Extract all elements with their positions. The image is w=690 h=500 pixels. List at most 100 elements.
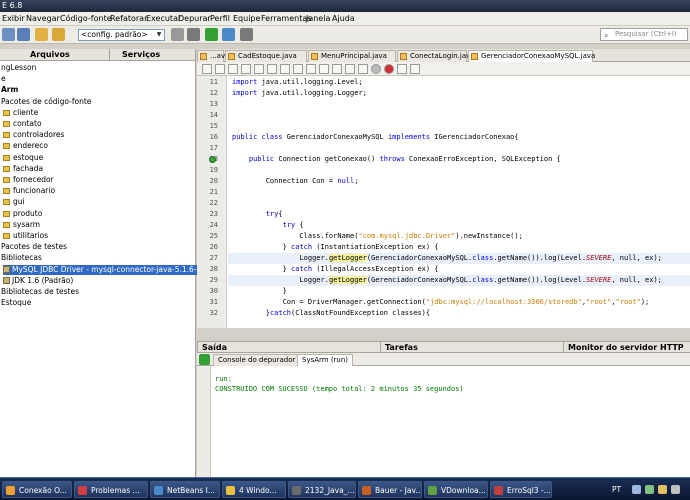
comment-icon[interactable] — [397, 64, 407, 74]
tree-item[interactable]: fachada — [3, 164, 43, 174]
clock-icon[interactable] — [671, 485, 680, 494]
build-icon[interactable] — [187, 28, 200, 41]
prev-bookmark-icon[interactable] — [306, 64, 316, 74]
tab-sysarm-run[interactable]: SysArm (run) — [297, 354, 354, 366]
speaker-icon[interactable] — [632, 485, 641, 494]
tree-item[interactable]: controladores — [3, 130, 64, 140]
menu-navegar[interactable]: Navegar — [26, 13, 60, 25]
toggle-bookmark-icon[interactable] — [332, 64, 342, 74]
menu-refatorar[interactable]: Refatorar — [110, 13, 147, 25]
tab-console-depurador[interactable]: Console do depurador — [213, 354, 301, 366]
tab-monitor-http[interactable]: Monitor do servidor HTTP — [563, 342, 690, 353]
tree-item[interactable]: produto — [3, 209, 42, 219]
find-selection-icon[interactable] — [280, 64, 290, 74]
menu-ajuda[interactable]: Ajuda — [332, 13, 355, 25]
tree-item[interactable]: cliente — [3, 108, 38, 118]
taskbar-button[interactable]: ErroSql3 -... — [490, 481, 552, 498]
app-icon — [154, 486, 163, 495]
editor-tab[interactable]: GerenciadorConexaoMySQL.java — [468, 50, 595, 62]
tree-item[interactable]: contato — [3, 119, 42, 129]
editor-tab[interactable]: MenuPrincipal.java — [308, 50, 396, 62]
back-icon[interactable] — [228, 64, 238, 74]
tree-item[interactable]: Bibliotecas — [1, 253, 42, 263]
debug-icon[interactable] — [222, 28, 235, 41]
menu-equipe[interactable]: Equipe — [233, 13, 260, 25]
tree-item[interactable]: gui — [3, 197, 25, 207]
package-icon — [3, 154, 10, 161]
code-token: ).newInstance(); — [455, 232, 523, 240]
implements-method-icon[interactable] — [209, 156, 216, 163]
run-icon[interactable] — [205, 28, 218, 41]
menu-executar[interactable]: Executar — [146, 13, 181, 25]
find-prev-icon[interactable] — [254, 64, 264, 74]
tree-item-label: JDK 1.6 (Padrão) — [12, 275, 74, 285]
shift-left-icon[interactable] — [345, 64, 355, 74]
tab-arquivos[interactable]: Arquivos — [18, 49, 110, 61]
tree-item[interactable]: Pacotes de código-fonte — [1, 97, 91, 107]
tree-item[interactable]: utilitarios — [3, 231, 48, 241]
taskbar-button[interactable]: 2132_Java_... — [288, 481, 356, 498]
tab-servicos[interactable]: Serviços — [110, 49, 196, 61]
menu-codigo-fonte[interactable]: Código-fonte — [60, 13, 112, 25]
menu-ferramentas[interactable]: Ferramentas — [261, 13, 311, 25]
output-panel[interactable]: run: CONSTRUÍDO COM SUCESSO (tempo total… — [197, 366, 690, 477]
save-all-icon[interactable] — [17, 28, 30, 41]
toggle-highlight-icon[interactable] — [293, 64, 303, 74]
taskbar-button[interactable]: Conexão O... — [2, 481, 72, 498]
config-select[interactable]: <config. padrão> ▼ — [78, 29, 165, 41]
editor-tab[interactable]: CadEstoque.java — [225, 50, 307, 62]
tree-item[interactable]: Estoque — [1, 298, 31, 308]
editor-tab[interactable]: ConectaLogin.java — [397, 50, 475, 62]
tree-item[interactable]: sysarm — [3, 220, 40, 230]
taskbar-button[interactable]: 4 Windo... — [222, 481, 286, 498]
shift-right-icon[interactable] — [358, 64, 368, 74]
tree-item[interactable]: funcionario — [3, 186, 55, 196]
tree-item[interactable]: fornecedor — [3, 175, 54, 185]
undo-icon[interactable] — [35, 28, 48, 41]
tree-item[interactable]: e — [1, 74, 6, 84]
source-icon[interactable] — [202, 64, 212, 74]
redo-icon[interactable] — [52, 28, 65, 41]
menu-perfil[interactable]: Perfil — [210, 13, 230, 25]
tree-item[interactable]: JDK 1.6 (Padrão) — [3, 276, 73, 286]
search-placeholder: Pesquisar (Ctrl+I) — [615, 30, 677, 38]
rerun-icon[interactable] — [199, 354, 210, 365]
clean-build-icon[interactable] — [171, 28, 184, 41]
code-token: public class — [232, 133, 283, 141]
menu-janela[interactable]: Janela — [306, 13, 330, 25]
next-bookmark-icon[interactable] — [319, 64, 329, 74]
tree-item[interactable]: Arm — [1, 85, 18, 95]
tree-item[interactable]: Pacotes de testes — [1, 242, 67, 252]
taskbar-button-label: Problemas ... — [91, 486, 140, 495]
search-input[interactable]: ⌕ Pesquisar (Ctrl+I) — [600, 28, 688, 41]
tree-item[interactable]: endereco — [3, 141, 48, 151]
package-icon — [3, 233, 10, 239]
taskbar-button[interactable]: NetBeans I... — [150, 481, 220, 498]
forward-icon[interactable] — [241, 64, 251, 74]
taskbar-button[interactable]: Problemas ... — [74, 481, 148, 498]
design-icon[interactable] — [215, 64, 225, 74]
tree-item[interactable]: MySQL JDBC Driver - mysql-connector-java… — [3, 264, 221, 275]
uncomment-icon[interactable] — [410, 64, 420, 74]
language-indicator[interactable]: PT — [612, 485, 621, 494]
taskbar-button[interactable]: VDownloa... — [424, 481, 488, 498]
network-icon[interactable] — [645, 485, 654, 494]
tree-item[interactable]: estoque — [3, 153, 43, 163]
tree-item[interactable]: Bibliotecas de testes — [1, 287, 79, 297]
profile-icon[interactable] — [240, 28, 253, 41]
tree-item[interactable]: ngLesson — [1, 63, 36, 73]
open-project-icon[interactable] — [2, 28, 15, 41]
shield-icon[interactable] — [658, 485, 667, 494]
taskbar-button[interactable]: Bauer - Jav... — [358, 481, 422, 498]
jar-icon — [3, 276, 10, 284]
menu-exibir[interactable]: Exibir — [2, 13, 25, 25]
code-editor[interactable]: 1112131415161718192021222324252627282930… — [197, 76, 690, 328]
record-macro-icon[interactable] — [371, 64, 381, 74]
menu-depurar[interactable]: Depurar — [178, 13, 211, 25]
stop-macro-icon[interactable] — [384, 64, 394, 74]
find-next-icon[interactable] — [267, 64, 277, 74]
tab-tarefas[interactable]: Tarefas — [380, 342, 563, 353]
tab-saida[interactable]: Saída — [197, 342, 380, 353]
chevron-down-icon: ▼ — [156, 31, 162, 38]
editor-tab[interactable]: ...ava — [197, 50, 229, 62]
